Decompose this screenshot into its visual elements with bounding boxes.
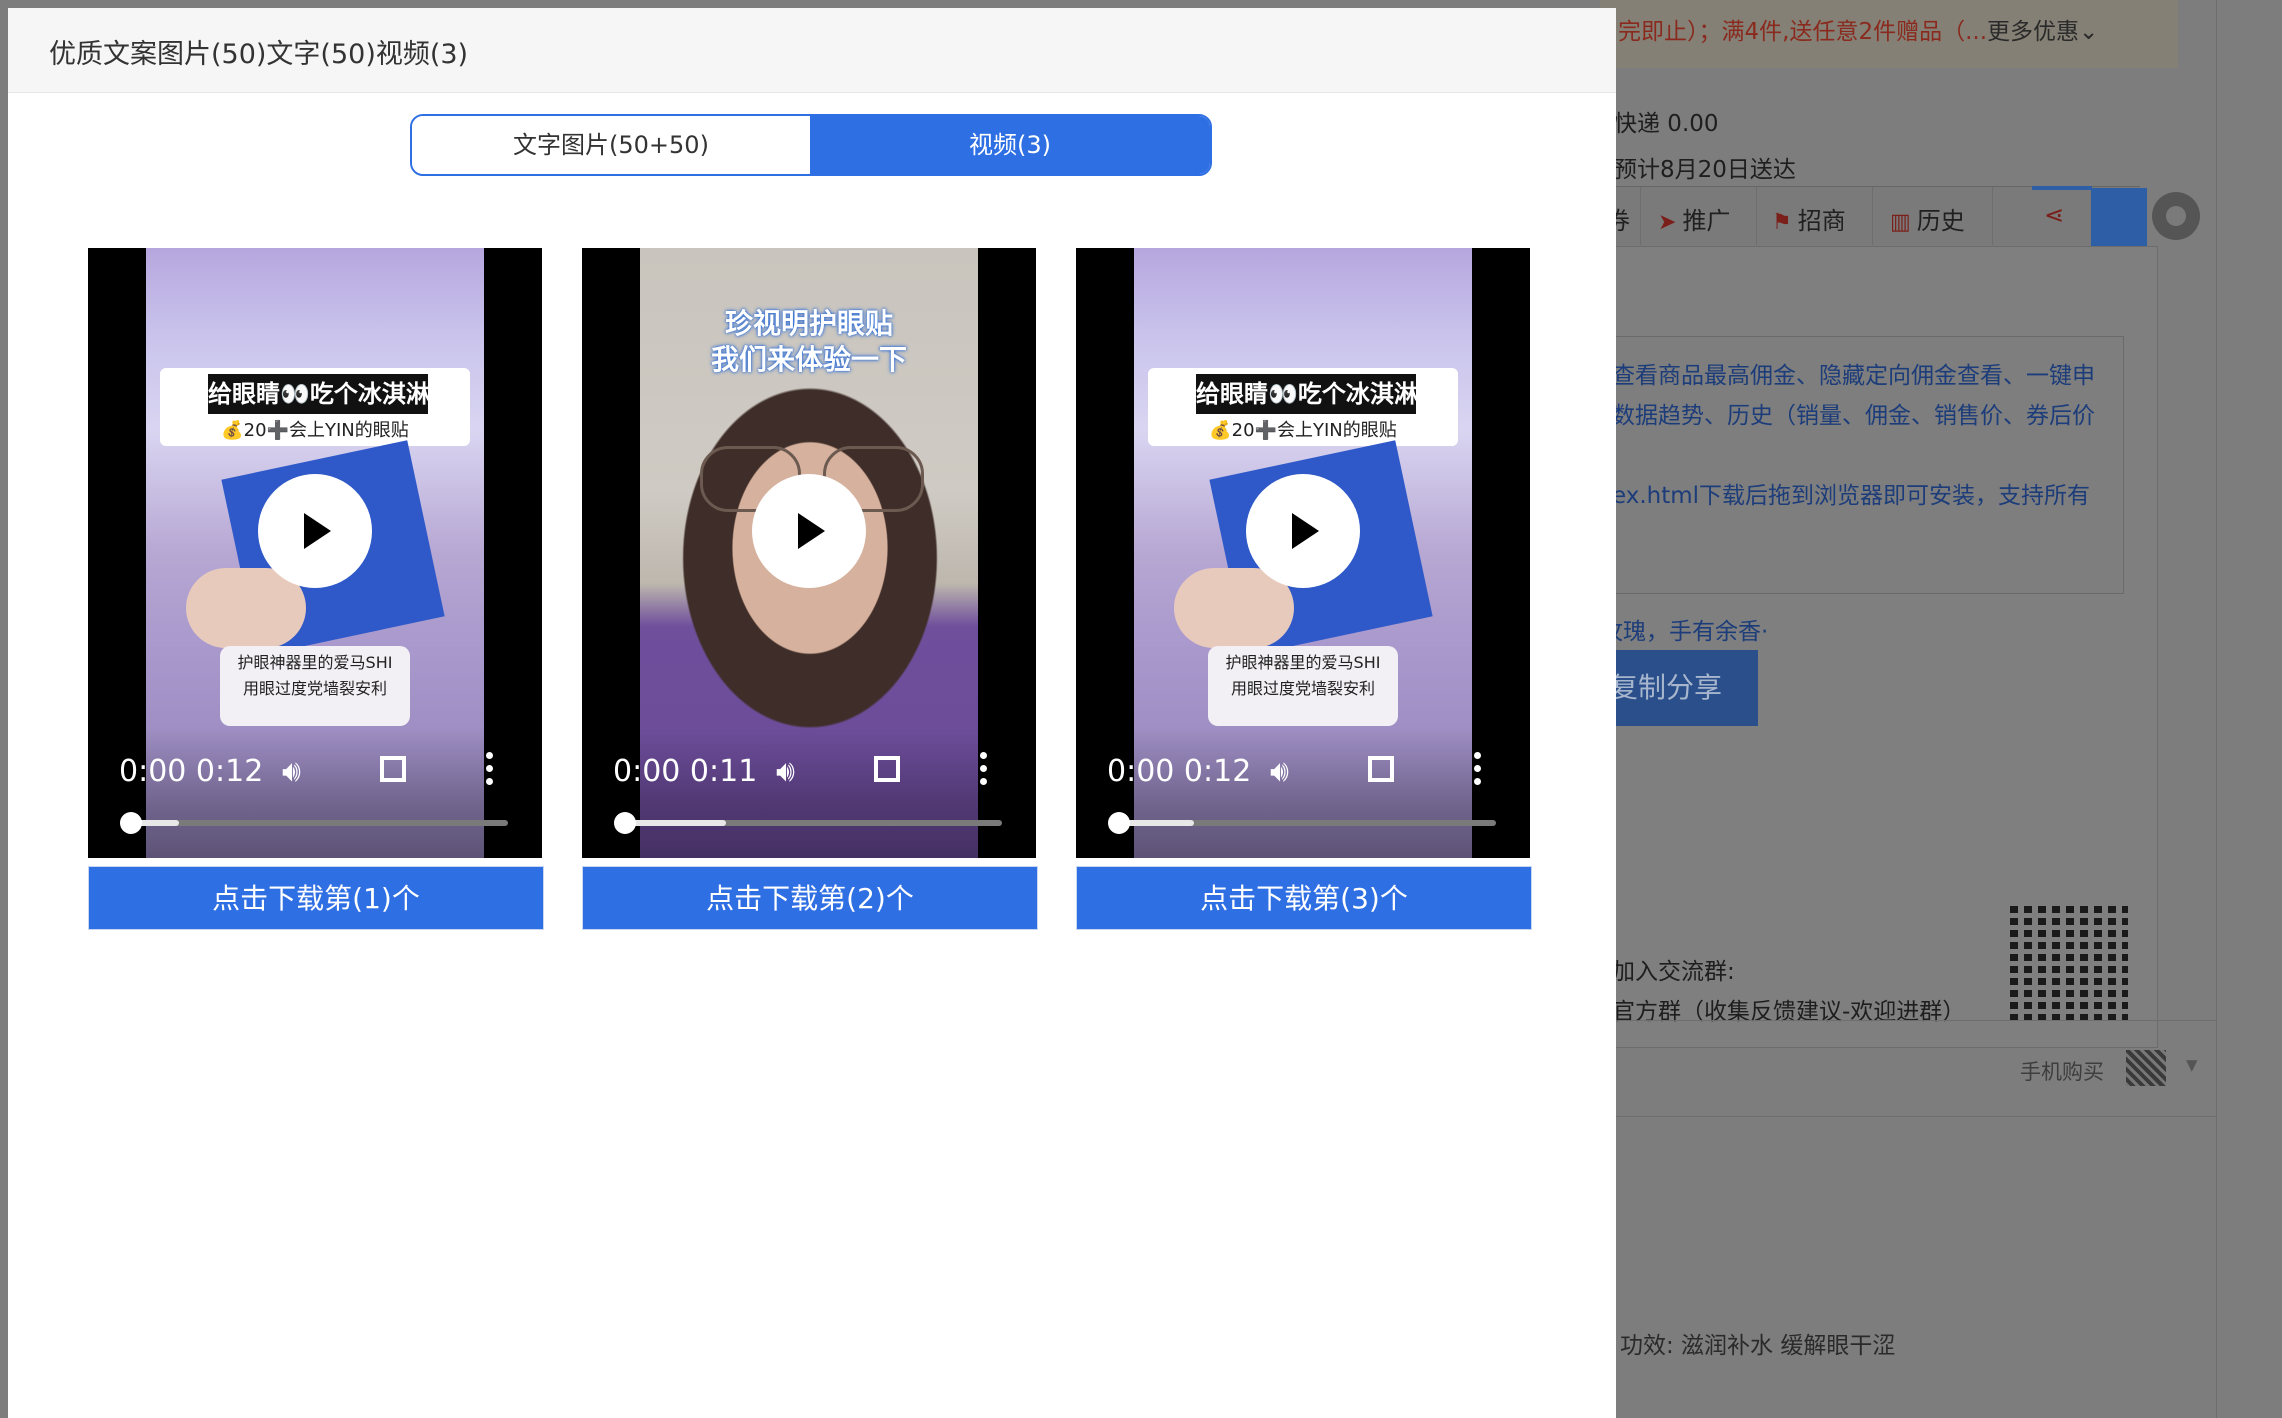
more-options-icon[interactable] bbox=[1474, 752, 1482, 786]
download-button-1[interactable]: 点击下载第(1)个 bbox=[88, 866, 544, 930]
tab-videos[interactable]: 视频(3) bbox=[810, 116, 1210, 174]
progress-knob[interactable] bbox=[614, 812, 636, 834]
video-progress-bar[interactable] bbox=[120, 812, 508, 834]
modal-header: 优质文案图片(50)文字(50)视频(3) bbox=[8, 8, 1616, 93]
mobile-buy-label[interactable]: 手机购买 bbox=[2020, 1056, 2104, 1086]
progress-knob[interactable] bbox=[120, 812, 142, 834]
tab-text-images[interactable]: 文字图片(50+50) bbox=[412, 116, 810, 174]
more-options-icon[interactable] bbox=[486, 752, 494, 786]
play-icon[interactable] bbox=[258, 474, 372, 588]
plugin-toolbar: 券 ➤ 推广 ⚑ 招商 ▥ 历史 ⋖ bbox=[1600, 186, 2140, 248]
info-line-4: ex.html下载后拖到浏览器即可安装，支持所有 bbox=[1612, 483, 2091, 509]
video-time: 0:00 0:12 bbox=[1107, 754, 1252, 789]
progress-knob[interactable] bbox=[1108, 812, 1130, 834]
download-button-2[interactable]: 点击下载第(2)个 bbox=[582, 866, 1038, 930]
delivery-estimate: 预计8月20日送达 bbox=[1614, 157, 1796, 183]
media-tabs: 文字图片(50+50) 视频(3) bbox=[410, 114, 1212, 176]
gear-icon[interactable] bbox=[2152, 192, 2200, 240]
video-caption-top: 给眼睛👀吃个冰淇淋 bbox=[208, 374, 430, 414]
video-progress-bar[interactable] bbox=[1108, 812, 1496, 834]
qr-small-icon[interactable] bbox=[2126, 1050, 2166, 1086]
info-line-2: 数据趋势、历史（销量、佣金、销售价、券后价 bbox=[1612, 403, 2095, 429]
video-time: 0:00 0:11 bbox=[613, 754, 758, 789]
video-caption-top: 给眼睛👀吃个冰淇淋 bbox=[1196, 374, 1418, 414]
video-player-2[interactable]: 珍视明护眼贴 我们来体验一下 0:00 0:11 🔊︎ bbox=[582, 248, 1036, 858]
fullscreen-icon[interactable] bbox=[874, 756, 900, 782]
toolbar-promote-button[interactable]: ➤ 推广 bbox=[1658, 201, 1730, 236]
modal-title: 优质文案图片(50)文字(50)视频(3) bbox=[49, 39, 469, 70]
video-caption-bottom: 护眼神器里的爱马SHI 用眼过度党墙裂安利 bbox=[220, 646, 410, 726]
toolbar-merchant-button[interactable]: ⚑ 招商 bbox=[1772, 201, 1846, 236]
volume-icon[interactable]: 🔊︎ bbox=[1270, 754, 1289, 789]
video-caption-sub: 💰20➕会上YIN的眼贴 bbox=[221, 420, 409, 441]
chart-icon: ▥ bbox=[1890, 210, 1911, 235]
video-caption-bottom: 护眼神器里的爱马SHI 用眼过度党墙裂安利 bbox=[1208, 646, 1398, 726]
chevron-down-icon: ⌄ bbox=[2079, 19, 2099, 45]
video-progress-bar[interactable] bbox=[614, 812, 1002, 834]
play-icon[interactable] bbox=[752, 474, 866, 588]
video-caption-top: 珍视明护眼贴 我们来体验一下 bbox=[710, 307, 907, 376]
video-time: 0:00 0:12 bbox=[119, 754, 264, 789]
fullscreen-icon[interactable] bbox=[380, 756, 406, 782]
promo-more-link[interactable]: 更多优惠 bbox=[1987, 19, 2079, 45]
join-group-label: 加入交流群: bbox=[1612, 959, 1735, 985]
download-button-3[interactable]: 点击下载第(3)个 bbox=[1076, 866, 1532, 930]
promo-banner: 完即止）；满4件,送任意2件赠品（...更多优惠⌄ bbox=[1600, 0, 2178, 68]
share-icon[interactable]: ⋖ bbox=[2044, 201, 2064, 229]
copywriting-modal: 优质文案图片(50)文字(50)视频(3) 文字图片(50+50) 视频(3) … bbox=[8, 8, 1616, 1418]
video-player-3[interactable]: 给眼睛👀吃个冰淇淋 💰20➕会上YIN的眼贴 护眼神器里的爱马SHI 用眼过度党… bbox=[1076, 248, 1530, 858]
info-line-1: 查看商品最高佣金、隐藏定向佣金查看、一键申 bbox=[1612, 363, 2095, 389]
video-player-1[interactable]: 给眼睛👀吃个冰淇淋 💰20➕会上YIN的眼贴 护眼神器里的爱马SHI 用眼过度党… bbox=[88, 248, 542, 858]
volume-icon[interactable]: 🔊︎ bbox=[776, 754, 795, 789]
toolbar-history-button[interactable]: ▥ 历史 bbox=[1890, 201, 1965, 236]
document-icon[interactable] bbox=[2091, 188, 2147, 246]
promo-text: 完即止）；满4件,送任意2件赠品（... bbox=[1618, 19, 1988, 45]
play-icon[interactable] bbox=[1246, 474, 1360, 588]
send-icon: ➤ bbox=[1658, 210, 1677, 235]
volume-icon[interactable]: 🔊︎ bbox=[282, 754, 301, 789]
slogan-text: 玫瑰，手有余香· bbox=[1600, 619, 1769, 645]
flag-icon: ⚑ bbox=[1772, 210, 1792, 235]
shipping-fee: 快递 0.00 bbox=[1614, 111, 1719, 137]
qr-code bbox=[2004, 902, 2128, 1026]
chevron-down-icon[interactable]: ▾ bbox=[2186, 1052, 2198, 1078]
efficacy-text: 功效: 滋润补水 缓解眼干涩 bbox=[1620, 1333, 1896, 1359]
video-caption-sub: 💰20➕会上YIN的眼贴 bbox=[1209, 420, 1397, 441]
more-options-icon[interactable] bbox=[980, 752, 988, 786]
copy-share-button[interactable]: 复制分享 bbox=[1600, 650, 1758, 726]
fullscreen-icon[interactable] bbox=[1368, 756, 1394, 782]
